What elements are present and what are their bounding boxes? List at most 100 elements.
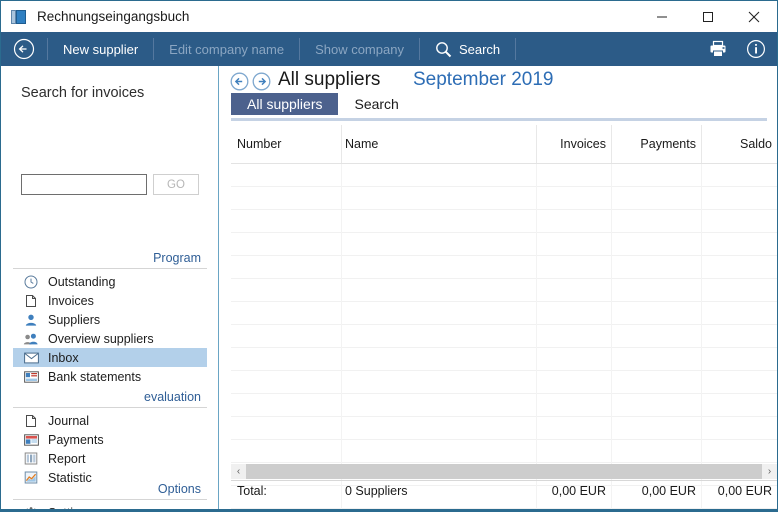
totals-label: Total: bbox=[237, 484, 267, 498]
minimize-icon bbox=[656, 11, 668, 23]
table-row[interactable] bbox=[231, 394, 777, 417]
people-icon bbox=[23, 331, 39, 347]
scroll-left-arrow-icon[interactable]: ‹ bbox=[231, 464, 246, 479]
circle-right-arrow-icon[interactable] bbox=[252, 72, 271, 91]
table-row[interactable] bbox=[231, 302, 777, 325]
sidebar-item-report[interactable]: Report bbox=[13, 449, 207, 468]
toolbar-back-button[interactable] bbox=[1, 32, 47, 66]
sidebar-item-outstanding[interactable]: Outstanding bbox=[13, 272, 207, 291]
column-divider[interactable] bbox=[341, 125, 342, 163]
sidebar-section-label: Options bbox=[13, 482, 207, 499]
sidebar-item-bank-statements[interactable]: Bank statements bbox=[13, 367, 207, 386]
magnifier-icon bbox=[435, 41, 452, 58]
sidebar-section-label: Program bbox=[13, 251, 207, 268]
sidebar-section-options: Options Settings Manua bbox=[13, 482, 207, 512]
table-row[interactable] bbox=[231, 164, 777, 187]
table-row[interactable] bbox=[231, 256, 777, 279]
new-supplier-button[interactable]: New supplier bbox=[48, 32, 153, 66]
sidebar-section-evaluation: evaluation Journal bbox=[13, 390, 207, 487]
sidebar-item-label: Suppliers bbox=[48, 313, 100, 327]
sidebar-item-label: Bank statements bbox=[48, 370, 141, 384]
table-row[interactable] bbox=[231, 371, 777, 394]
main-toolbar: New supplier Edit company name Show comp… bbox=[1, 32, 777, 66]
sidebar-item-label: Payments bbox=[48, 433, 104, 447]
book-icon bbox=[11, 9, 27, 25]
table-row[interactable] bbox=[231, 279, 777, 302]
totals-payments: 0,00 EUR bbox=[612, 484, 696, 498]
table-header-row: Number Name Invoices Payments Saldo bbox=[231, 125, 777, 164]
print-button[interactable] bbox=[701, 32, 735, 66]
table-row[interactable] bbox=[231, 348, 777, 371]
sidebar-item-label: Report bbox=[48, 452, 86, 466]
sidebar-search-row: GO bbox=[21, 174, 199, 195]
tab-search[interactable]: Search bbox=[338, 93, 414, 115]
table-row[interactable] bbox=[231, 440, 777, 463]
divider bbox=[13, 268, 207, 269]
column-header-saldo[interactable]: Saldo bbox=[702, 137, 772, 151]
sidebar-item-label: Invoices bbox=[48, 294, 94, 308]
search-label: Search bbox=[459, 42, 500, 57]
sidebar-section-program: Program Outstanding In bbox=[13, 251, 207, 386]
tab-all-suppliers[interactable]: All suppliers bbox=[231, 93, 338, 115]
column-header-payments[interactable]: Payments bbox=[612, 137, 696, 151]
suppliers-table: Number Name Invoices Payments Saldo bbox=[231, 125, 777, 512]
table-row[interactable] bbox=[231, 233, 777, 256]
sidebar-item-inbox[interactable]: Inbox bbox=[13, 348, 207, 367]
title-bar: Rechnungseingangsbuch bbox=[1, 1, 777, 32]
horizontal-scrollbar[interactable]: ‹ › bbox=[231, 464, 777, 479]
go-button[interactable]: GO bbox=[153, 174, 199, 195]
close-button[interactable] bbox=[731, 1, 777, 32]
sidebar-item-invoices[interactable]: Invoices bbox=[13, 291, 207, 310]
totals-count: 0 Suppliers bbox=[345, 484, 408, 498]
new-supplier-label: New supplier bbox=[63, 42, 138, 57]
column-divider bbox=[701, 164, 702, 512]
minimize-button[interactable] bbox=[639, 1, 685, 32]
edit-company-name-button[interactable]: Edit company name bbox=[154, 32, 299, 66]
table-row[interactable] bbox=[231, 187, 777, 210]
circle-left-arrow-icon[interactable] bbox=[230, 72, 249, 91]
period-label: September 2019 bbox=[413, 69, 554, 91]
maximize-button[interactable] bbox=[685, 1, 731, 32]
scrollbar-thumb[interactable] bbox=[246, 464, 762, 479]
sidebar-item-payments[interactable]: Payments bbox=[13, 430, 207, 449]
info-icon bbox=[746, 39, 766, 59]
sidebar-item-journal[interactable]: Journal bbox=[13, 411, 207, 430]
totals-saldo: 0,00 EUR bbox=[697, 484, 772, 498]
sidebar-item-label: Overview suppliers bbox=[48, 332, 154, 346]
sidebar-section-label: evaluation bbox=[13, 390, 207, 407]
toolbar-right-group bbox=[701, 32, 773, 66]
back-circle-arrow-icon bbox=[13, 38, 35, 60]
column-header-invoices[interactable]: Invoices bbox=[536, 137, 606, 151]
window-title: Rechnungseingangsbuch bbox=[37, 9, 189, 24]
window-bottom-edge bbox=[1, 509, 777, 511]
page-title: All suppliers bbox=[278, 69, 380, 91]
invoice-search-input[interactable] bbox=[21, 174, 147, 195]
payment-card-icon bbox=[23, 432, 39, 448]
table-body bbox=[231, 164, 777, 512]
scroll-right-arrow-icon[interactable]: › bbox=[762, 464, 777, 479]
show-company-button[interactable]: Show company bbox=[300, 32, 419, 66]
divider bbox=[231, 480, 777, 481]
column-divider bbox=[611, 164, 612, 512]
clock-icon bbox=[23, 274, 39, 290]
sidebar-item-suppliers[interactable]: Suppliers bbox=[13, 310, 207, 329]
info-button[interactable] bbox=[739, 32, 773, 66]
table-row[interactable] bbox=[231, 325, 777, 348]
tab-label: All suppliers bbox=[247, 96, 322, 112]
column-divider bbox=[536, 164, 537, 512]
table-row[interactable] bbox=[231, 210, 777, 233]
edit-company-name-label: Edit company name bbox=[169, 42, 284, 57]
document-icon bbox=[23, 413, 39, 429]
bank-card-icon bbox=[23, 369, 39, 385]
totals-invoices: 0,00 EUR bbox=[521, 484, 606, 498]
close-icon bbox=[748, 11, 760, 23]
column-header-name[interactable]: Name bbox=[345, 137, 378, 151]
table-row[interactable] bbox=[231, 417, 777, 440]
maximize-icon bbox=[702, 11, 714, 23]
sidebar-item-overview-suppliers[interactable]: Overview suppliers bbox=[13, 329, 207, 348]
search-button[interactable]: Search bbox=[420, 32, 515, 66]
sidebar-item-label: Outstanding bbox=[48, 275, 115, 289]
content-header: All suppliers September 2019 All supplie… bbox=[220, 66, 777, 122]
column-header-number[interactable]: Number bbox=[237, 137, 281, 151]
sidebar: Search for invoices GO Program Outstandi… bbox=[1, 66, 219, 511]
